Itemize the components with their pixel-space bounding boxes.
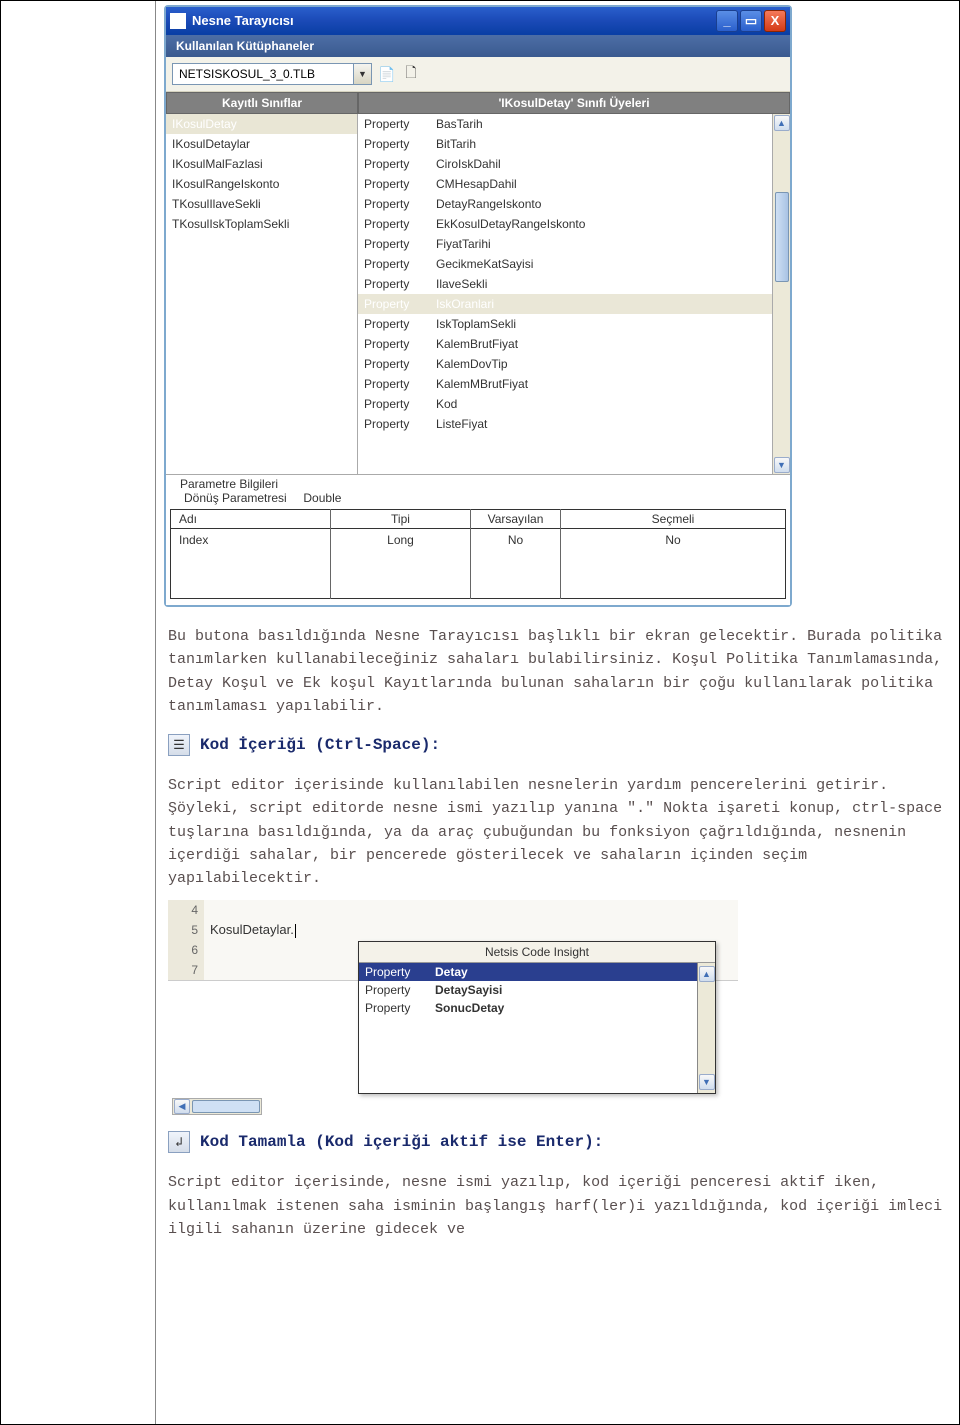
list-item[interactable]: PropertyIskToplamSekli [358,314,772,334]
close-button[interactable]: X [764,10,786,32]
paragraph-1: Bu butona basıldığında Nesne Tarayıcısı … [168,625,947,718]
copy-icon[interactable]: 📄 [378,65,396,83]
col-tipi: Tipi [331,510,471,529]
list-item[interactable]: TKosulIlaveSekli [166,194,357,214]
list-item[interactable]: PropertyCiroIskDahil [358,154,772,174]
scroll-down-icon[interactable]: ▼ [774,457,790,473]
members-list[interactable]: PropertyBasTarihPropertyBitTarihProperty… [358,114,772,474]
toolbar: ▼ 📄 🗋 [166,57,790,92]
list-item[interactable]: TKosulIskToplamSekli [166,214,357,234]
list-item[interactable]: PropertyFiyatTarihi [358,234,772,254]
list-item[interactable]: PropertyDetay [359,963,697,981]
code-insight-screenshot: 4567 KosulDetaylar. Netsis Code Insight … [168,900,738,1115]
minimize-button[interactable]: _ [716,10,738,32]
list-item[interactable]: IKosulMalFazlasi [166,154,357,174]
list-item[interactable]: IKosulDetay [166,114,357,134]
page: Nesne Tarayıcısı _ ▭ X Kullanılan Kütüph… [0,0,960,1425]
popup-list[interactable]: PropertyDetayPropertyDetaySayisiProperty… [359,963,697,1093]
list-icon: ☰ [168,734,190,756]
complete-icon: ↲ [168,1131,190,1153]
popup-scrollbar[interactable]: ▲ ▼ [697,963,715,1093]
cell-varsayilan: No [471,529,561,599]
app-icon [170,13,186,29]
return-type: Double [303,491,341,505]
classes-header: Kayıtlı Sınıflar [166,92,358,114]
scroll-thumb[interactable] [192,1100,260,1113]
titlebar[interactable]: Nesne Tarayıcısı _ ▭ X [166,7,790,35]
list-item[interactable]: PropertyEkKosulDetayRangeIskonto [358,214,772,234]
code-insight-popup[interactable]: Netsis Code Insight PropertyDetayPropert… [358,941,716,1094]
scroll-up-icon[interactable]: ▲ [699,966,715,982]
heading-2-text: Kod Tamamla (Kod içeriği aktif ise Enter… [200,1133,603,1151]
list-item[interactable]: PropertyIskOranlari [358,294,772,314]
popup-title: Netsis Code Insight [359,942,715,963]
members-pane: PropertyBasTarihPropertyBitTarihProperty… [358,114,790,474]
code-text: KosulDetaylar. [210,922,294,937]
list-item[interactable]: PropertyCMHesapDahil [358,174,772,194]
list-item[interactable]: PropertyDetayRangeIskonto [358,194,772,214]
classes-list[interactable]: IKosulDetayIKosulDetaylarIKosulMalFazlas… [166,114,358,474]
popup-body: PropertyDetayPropertyDetaySayisiProperty… [359,963,715,1093]
scroll-left-icon[interactable]: ◀ [174,1099,190,1114]
scroll-down-icon[interactable]: ▼ [699,1074,715,1090]
new-doc-icon[interactable]: 🗋 [402,65,420,83]
col-varsayilan: Varsayılan [471,510,561,529]
library-input[interactable] [173,64,353,84]
content-column: Nesne Tarayıcısı _ ▭ X Kullanılan Kütüph… [156,1,959,1424]
list-item[interactable]: IKosulRangeIskonto [166,174,357,194]
chevron-down-icon[interactable]: ▼ [353,64,371,84]
list-item[interactable]: PropertyBasTarih [358,114,772,134]
members-header: 'IKosulDetay' Sınıfı Üyeleri [358,92,790,114]
return-parameter-row: Dönüş Parametresi Double [170,491,786,505]
paragraph-2: Script editor içerisinde kullanılabilen … [168,774,947,890]
list-item[interactable]: PropertyListeFiyat [358,414,772,434]
maximize-button[interactable]: ▭ [740,10,762,32]
list-item[interactable]: PropertySonucDetay [359,999,697,1017]
library-combobox[interactable]: ▼ [172,63,372,85]
section-heading-2: ↲ Kod Tamamla (Kod içeriği aktif ise Ent… [168,1131,947,1153]
list-item[interactable]: PropertyGecikmeKatSayisi [358,254,772,274]
parameter-panel: Parametre Bilgileri Dönüş Parametresi Do… [166,474,790,605]
caret-icon [295,924,296,938]
window-buttons: _ ▭ X [716,10,786,32]
col-adi: Adı [171,510,331,529]
object-browser-window: Nesne Tarayıcısı _ ▭ X Kullanılan Kütüph… [164,5,792,607]
cell-secmeli: No [561,529,786,599]
horizontal-scrollbar[interactable]: ◀ [172,1098,262,1115]
list-item[interactable]: PropertyKalemDovTip [358,354,772,374]
left-margin-column [1,1,156,1424]
columns-header: Kayıtlı Sınıflar 'IKosulDetay' Sınıfı Üy… [166,92,790,114]
vertical-scrollbar[interactable]: ▲ ▼ [772,114,790,474]
window-title: Nesne Tarayıcısı [192,13,716,28]
list-item[interactable]: IKosulDetaylar [166,134,357,154]
list-item[interactable]: PropertyDetaySayisi [359,981,697,999]
list-item[interactable]: PropertyKalemBrutFiyat [358,334,772,354]
scroll-up-icon[interactable]: ▲ [774,115,790,131]
paragraph-3: Script editor içerisinde, nesne ismi yaz… [168,1171,947,1241]
section-heading-1: ☰ Kod İçeriği (Ctrl-Space): [168,734,947,756]
panes: IKosulDetayIKosulDetaylarIKosulMalFazlas… [166,114,790,474]
list-item[interactable]: PropertyKalemMBrutFiyat [358,374,772,394]
return-label: Dönüş Parametresi [184,491,287,505]
list-item[interactable]: PropertyKod [358,394,772,414]
cell-adi: Index [171,529,331,599]
parameter-panel-title: Parametre Bilgileri [170,477,786,491]
list-item[interactable]: PropertyBitTarih [358,134,772,154]
heading-1-text: Kod İçeriği (Ctrl-Space): [200,736,440,754]
subheader: Kullanılan Kütüphaneler [166,35,790,57]
parameter-table: Adı Tipi Varsayılan Seçmeli Index Long N… [170,509,786,599]
list-item[interactable]: PropertyIlaveSekli [358,274,772,294]
line-gutter: 4567 [168,900,204,980]
col-secmeli: Seçmeli [561,510,786,529]
table-row: Index Long No No [171,529,786,599]
scroll-track[interactable] [775,132,789,456]
cell-tipi: Long [331,529,471,599]
scroll-thumb[interactable] [775,192,789,282]
